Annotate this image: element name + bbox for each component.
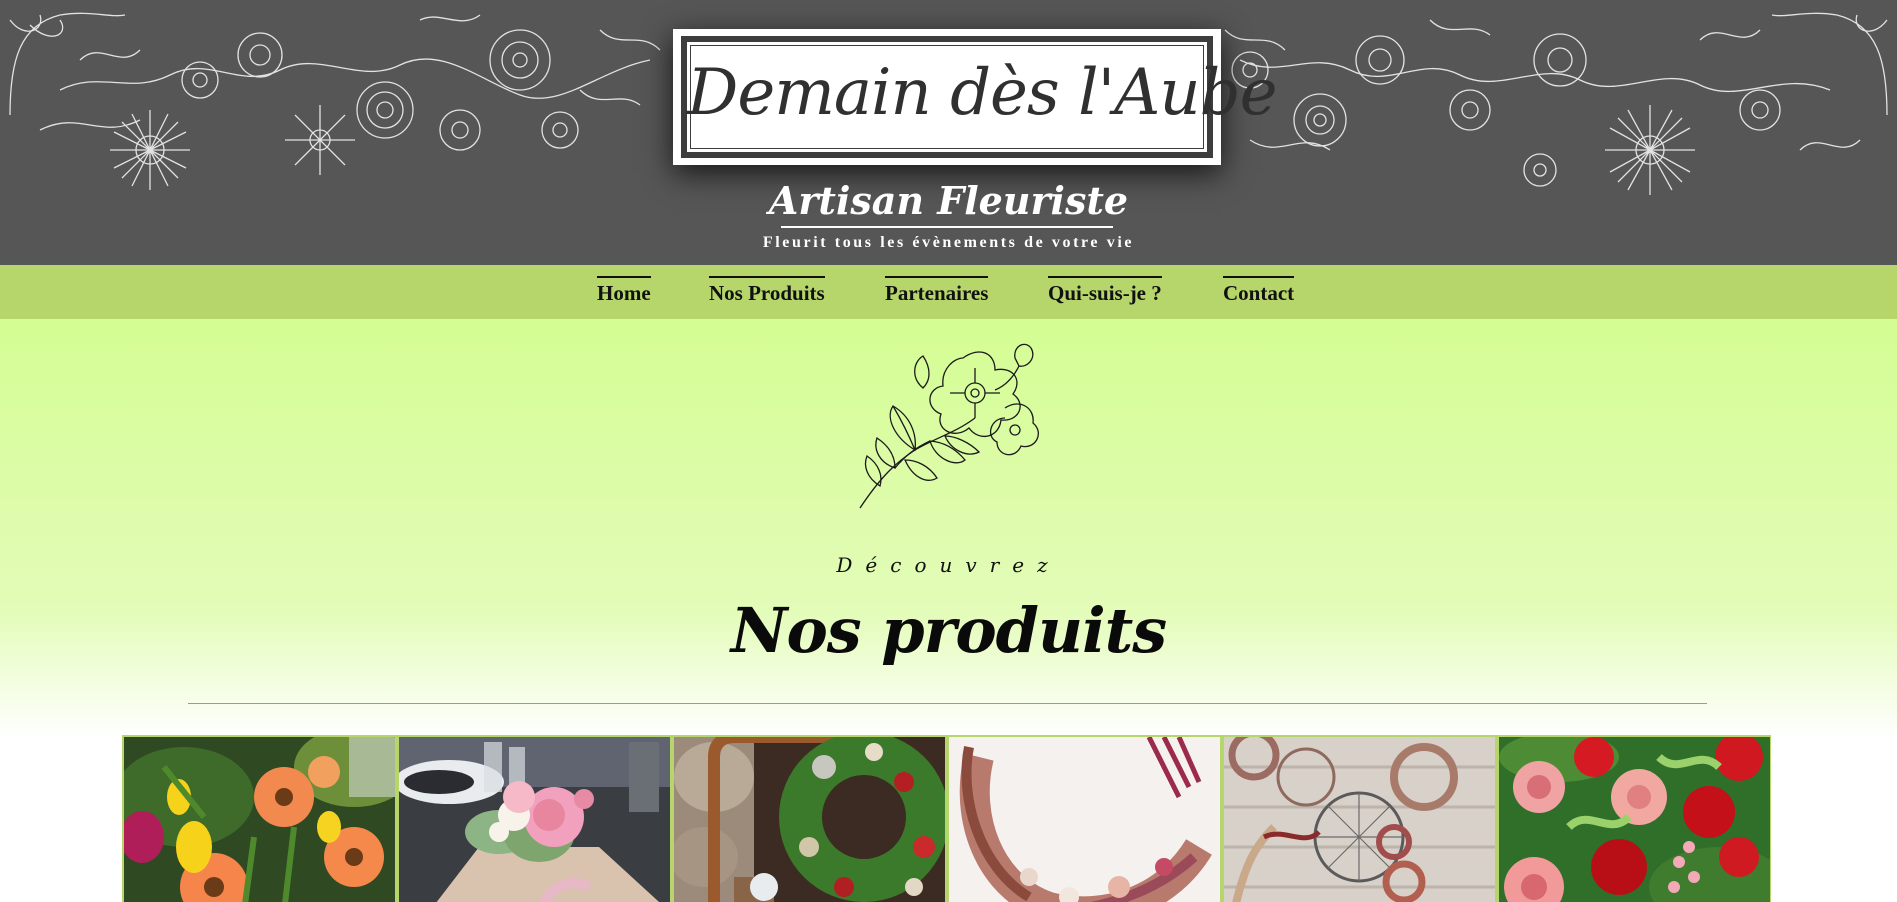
photo-peony-centerpiece xyxy=(399,737,670,902)
nav-item-home[interactable]: Home xyxy=(597,276,651,306)
section-eyebrow: Découvrez xyxy=(836,553,1061,577)
photo-dried-crescent xyxy=(949,737,1220,902)
logo[interactable]: Demain dès l'Aube xyxy=(673,29,1277,165)
product-photo-peony-table-centerpiece[interactable] xyxy=(399,737,670,902)
section-divider xyxy=(188,703,1707,704)
product-photo-gerbera-bouquet[interactable] xyxy=(124,737,395,902)
logo-frame: Demain dès l'Aube xyxy=(681,36,1277,158)
site-tagline: Fleurit tous les évènements de votre vie xyxy=(762,234,1135,251)
rose-line-illustration xyxy=(859,343,1039,509)
nav-item-partenaires[interactable]: Partenaires xyxy=(885,276,989,306)
product-gallery xyxy=(122,735,1771,902)
photo-hoops-wall xyxy=(1224,737,1495,902)
product-photo-rose-bouquet[interactable] xyxy=(1499,737,1770,902)
product-photo-dried-flower-crescent-wreath[interactable] xyxy=(949,737,1220,902)
nav-item-nos-produits[interactable]: Nos Produits xyxy=(709,276,825,306)
product-photo-moss-wreath-display[interactable] xyxy=(674,737,945,902)
subtitle-underline xyxy=(781,226,1113,228)
product-photo-dried-flower-hoops-wall[interactable] xyxy=(1224,737,1495,902)
nav-item-contact[interactable]: Contact xyxy=(1223,276,1295,306)
photo-rose-bouquet xyxy=(1499,737,1770,902)
site-header: Demain dès l'Aube Artisan Fleuriste Fleu… xyxy=(0,0,1897,265)
photo-moss-wreath xyxy=(674,737,945,902)
section-title: Nos produits xyxy=(730,594,1167,667)
main-nav: Home Nos Produits Partenaires Qui-suis-j… xyxy=(0,265,1897,319)
photo-gerbera-bouquet xyxy=(124,737,395,902)
nav-item-qui-suis-je[interactable]: Qui-suis-je ? xyxy=(1048,276,1162,306)
site-subtitle: Artisan Fleuriste xyxy=(768,178,1129,223)
logo-text: Demain dès l'Aube xyxy=(687,56,1277,130)
